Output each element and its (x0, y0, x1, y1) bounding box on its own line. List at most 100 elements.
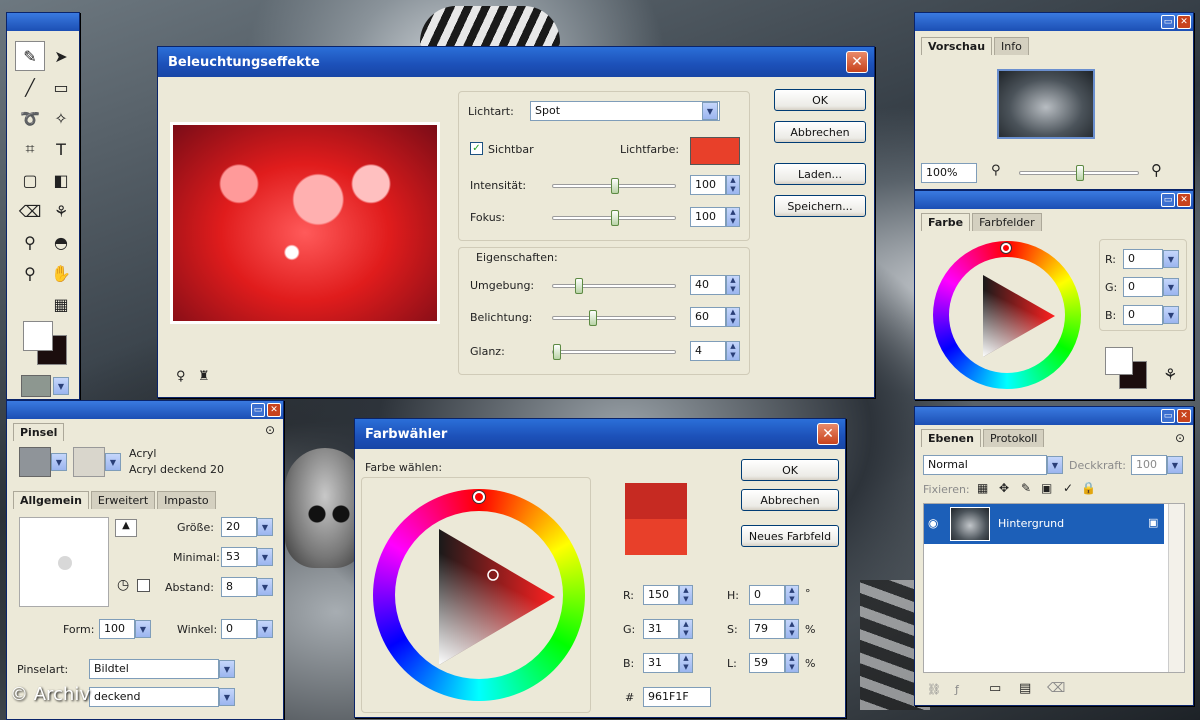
gradient-tool-icon[interactable]: ◧ (46, 165, 76, 195)
g-dropdown[interactable]: ▼ (1163, 278, 1179, 296)
visibility-eye-icon[interactable]: ◉ (928, 516, 938, 530)
color-picker-titlebar[interactable]: Farbwähler ✕ (355, 419, 845, 449)
preview-panel-titlebar[interactable]: ▭ ✕ (915, 13, 1193, 31)
hue-marker[interactable] (473, 491, 485, 503)
zoom-out-icon[interactable]: ⚲ (991, 163, 1001, 178)
layers-panel-titlebar[interactable]: ▭ ✕ (915, 407, 1193, 425)
h-spinner[interactable]: ▲ ▼ (785, 585, 799, 605)
r-spinner[interactable]: ▲ ▼ (679, 585, 693, 605)
sichtbar-checkbox[interactable]: ✓ (470, 142, 483, 155)
intensitaet-field[interactable]: 100 (690, 175, 726, 195)
zoom-slider-thumb[interactable] (1076, 165, 1084, 181)
b-spinner[interactable]: ▲ ▼ (679, 653, 693, 673)
glanz-slider-thumb[interactable] (553, 344, 561, 360)
ok-button[interactable]: OK (774, 89, 866, 111)
path-selection-icon[interactable]: ➤ (46, 41, 76, 71)
stamp-tool-icon[interactable]: ⚘ (46, 196, 76, 226)
g-field[interactable]: 31 (643, 619, 679, 639)
belichtung-slider-thumb[interactable] (589, 310, 597, 326)
l-spinner[interactable]: ▲ ▼ (785, 653, 799, 673)
line-tool-icon[interactable]: ╱ (15, 72, 45, 102)
close-icon[interactable]: ✕ (1177, 409, 1191, 423)
fokus-spinner[interactable]: ▲ ▼ (726, 207, 740, 227)
texture-selector[interactable] (21, 375, 51, 397)
lichtart-select[interactable]: Spot (530, 101, 720, 121)
old-color-swatch[interactable] (625, 519, 687, 555)
new-layer-icon[interactable]: ▤ (1019, 681, 1031, 696)
umgebung-field[interactable]: 40 (690, 275, 726, 295)
intensitaet-slider-thumb[interactable] (611, 178, 619, 194)
close-icon[interactable]: ✕ (1177, 15, 1191, 29)
deckkraft-field[interactable]: 100 (1131, 455, 1167, 475)
toolbox-titlebar[interactable] (7, 13, 79, 31)
b-dropdown[interactable]: ▼ (1163, 306, 1179, 324)
groesse-field[interactable]: 20 (221, 517, 257, 537)
tab-pinsel[interactable]: Pinsel (13, 423, 65, 441)
form-field[interactable]: 100 (99, 619, 135, 639)
fokus-slider-thumb[interactable] (611, 210, 619, 226)
umgebung-slider[interactable] (552, 278, 676, 294)
crop-tool-icon[interactable]: ⌗ (15, 134, 45, 164)
brush-category-dropdown[interactable]: ▼ (51, 453, 67, 471)
measure-tool-icon[interactable]: ▦ (46, 289, 76, 319)
brush-category-preview[interactable] (19, 447, 51, 477)
lasso-tool-icon[interactable]: ➰ (15, 103, 45, 133)
new-swatch-button[interactable]: Neues Farbfeld (741, 525, 839, 547)
hex-field[interactable]: 961F1F (643, 687, 711, 707)
shape-tool-icon[interactable]: ▢ (15, 165, 45, 195)
zoom-tool-icon[interactable]: ⚲ (15, 258, 45, 288)
groesse-dropdown[interactable]: ▼ (257, 518, 273, 536)
deckkraft-dropdown[interactable]: ▼ (1167, 456, 1183, 474)
blend-mode-select[interactable]: Normal (923, 455, 1047, 475)
zoom-field[interactable]: 100% (921, 163, 977, 183)
cancel-button[interactable]: Abbrechen (774, 121, 866, 143)
paint-bucket-icon[interactable]: ◓ (46, 227, 76, 257)
navigator-thumbnail[interactable] (997, 69, 1095, 139)
belichtung-field[interactable]: 60 (690, 307, 726, 327)
second-select[interactable]: deckend (89, 687, 219, 707)
second-dropdown[interactable]: ▼ (219, 688, 235, 706)
lichtfarbe-swatch[interactable] (690, 137, 740, 165)
s-spinner[interactable]: ▲ ▼ (785, 619, 799, 639)
foreground-color-swatch[interactable] (23, 321, 53, 351)
saturation-triangle[interactable] (981, 273, 1057, 359)
color-panel-titlebar[interactable]: ▭ ✕ (915, 191, 1193, 209)
glanz-field[interactable]: 4 (690, 341, 726, 361)
l-field[interactable]: 59 (749, 653, 785, 673)
new-group-icon[interactable]: ▭ (989, 681, 1001, 696)
glanz-spinner[interactable]: ▲ ▼ (726, 341, 740, 361)
close-icon[interactable]: ✕ (1177, 193, 1191, 207)
lock-transparency-icon[interactable]: ▦ (977, 481, 988, 495)
close-icon[interactable]: ✕ (817, 423, 839, 445)
umgebung-spinner[interactable]: ▲ ▼ (726, 275, 740, 295)
delete-layer-icon[interactable]: ⌫ (1047, 681, 1065, 696)
magic-wand-icon[interactable]: ✧ (46, 103, 76, 133)
layer-row[interactable]: ◉ Hintergrund ▣ (924, 504, 1164, 544)
tab-erweitert[interactable]: Erweitert (90, 491, 156, 509)
r-dropdown[interactable]: ▼ (1163, 250, 1179, 268)
tab-allgemein[interactable]: Allgemein (13, 491, 89, 509)
foreground-color-swatch[interactable] (1105, 347, 1133, 375)
link-layers-icon[interactable]: ⛓ (927, 683, 941, 696)
panel-menu-icon[interactable]: ⊙ (1175, 431, 1185, 445)
tab-farbe[interactable]: Farbe (921, 213, 971, 231)
eyedropper-tool-icon[interactable]: ⚲ (15, 227, 45, 257)
brush-variant-dropdown[interactable]: ▼ (105, 453, 121, 471)
tab-ebenen[interactable]: Ebenen (921, 429, 981, 447)
rectangle-select-icon[interactable]: ▭ (46, 72, 76, 102)
color-tools-icon[interactable]: ⚘ (1163, 365, 1177, 384)
lock-position-icon[interactable]: ▣ (1041, 481, 1052, 495)
clock-icon[interactable]: ◷ (117, 577, 129, 593)
s-field[interactable]: 79 (749, 619, 785, 639)
zoom-slider[interactable] (1019, 165, 1139, 181)
lock-move-icon[interactable]: ✥ (999, 481, 1009, 495)
glanz-slider[interactable] (552, 344, 676, 360)
tab-farbfelder[interactable]: Farbfelder (972, 213, 1042, 231)
layer-style-icon[interactable]: ƒ (955, 683, 959, 696)
form-dropdown[interactable]: ▼ (135, 620, 151, 638)
zoom-in-icon[interactable]: ⚲ (1151, 161, 1162, 179)
g-spinner[interactable]: ▲ ▼ (679, 619, 693, 639)
blend-mode-dropdown[interactable]: ▼ (1047, 456, 1063, 474)
belichtung-slider[interactable] (552, 310, 676, 326)
load-button[interactable]: Laden... (774, 163, 866, 185)
